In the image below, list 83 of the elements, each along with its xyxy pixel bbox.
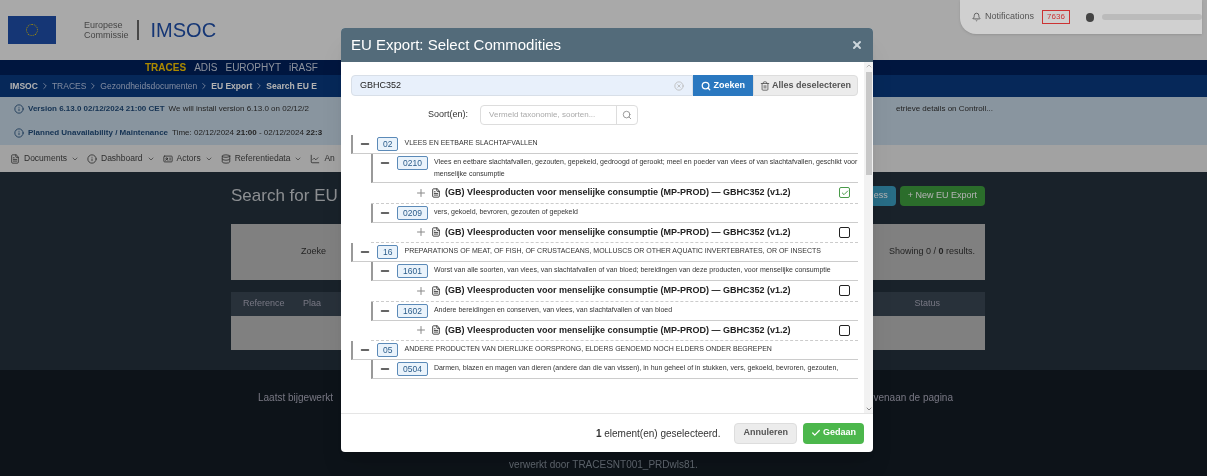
bell-icon [972, 12, 982, 22]
nav-link[interactable]: EUROPHYT [225, 60, 282, 75]
scrollbar[interactable] [864, 62, 873, 413]
document-icon [431, 187, 441, 198]
expand-icon[interactable] [415, 284, 427, 297]
search-field[interactable]: GBHC352 [351, 75, 694, 96]
close-icon[interactable] [851, 39, 863, 51]
breadcrumb-link[interactable]: TRACES [51, 79, 87, 93]
notifications-count: 7636 [1042, 10, 1070, 24]
document-icon [431, 227, 441, 238]
alert-text: Time: 02/12/2024 21:00 - 02/12/2024 22:3 [172, 127, 323, 139]
column-header: Reference [243, 297, 286, 311]
notifications-link[interactable]: Notifications [985, 10, 1035, 24]
search-icon[interactable] [622, 110, 633, 120]
breadcrumb-link[interactable]: Gezondheidsdocumenten [100, 79, 198, 93]
alert-title: Planned Unavailability / Maintenance [28, 127, 169, 139]
breadcrumb-link[interactable]: Search EU E [266, 79, 317, 93]
checkbox[interactable] [839, 226, 850, 238]
check-icon [811, 428, 821, 438]
menu-dropdown[interactable]: An [310, 152, 335, 165]
alert-text: etrieve details on Controll... [896, 103, 993, 115]
checkbox[interactable] [839, 187, 850, 199]
code-badge: 05 [377, 343, 399, 357]
code-badge: 0210 [397, 156, 428, 170]
menu-dropdown[interactable]: Documents [10, 152, 79, 165]
breadcrumb-link[interactable]: IMSOC [10, 79, 38, 93]
document-icon [10, 153, 20, 164]
commodity-label: (GB) Vleesproducten voor menselijke consumptie (MP-PROD) — GBHC352 (v1.2) [445, 225, 791, 239]
nav-link[interactable]: TRACES [145, 60, 187, 75]
trash-icon [759, 80, 770, 91]
expand-icon[interactable] [415, 226, 427, 239]
flag-logo-icon [8, 16, 56, 44]
menu-dropdown[interactable]: Actors [162, 152, 213, 165]
column-header: Plaa [303, 297, 321, 311]
cancel-button[interactable]: Annuleren [734, 422, 797, 444]
code-badge: 16 [377, 245, 399, 259]
deselect-button[interactable]: Alles deselecteren [752, 75, 858, 96]
nav-link[interactable]: iRASF [289, 60, 318, 75]
alert-text: We will install version 6.13.0 on 02/12/2 [168, 103, 309, 115]
modal-title: EU Export: Select Commodities [351, 34, 562, 55]
page-title: Search for EU [231, 185, 338, 208]
menu-dropdown[interactable]: Dashboard [87, 152, 155, 165]
search-button[interactable]: Zoeken [693, 75, 753, 96]
footer-text: Laatst bijgewerkt [258, 391, 334, 405]
commodity-label: (GB) Vleesproducten voor menselijke consumptie (MP-PROD) — GBHC352 (v1.2) [445, 323, 791, 337]
info-icon [87, 153, 97, 164]
code-badge: 0209 [397, 205, 428, 220]
code-badge: 1602 [397, 303, 428, 318]
breadcrumb-link[interactable]: EU Export [211, 79, 253, 93]
id-card-icon [162, 153, 173, 164]
selection-count: 1 element(en) geselecteerd. [595, 426, 721, 441]
org-name: Commissie [84, 30, 129, 40]
code-badge: 1601 [397, 264, 428, 278]
nav-link[interactable]: ADIS [194, 60, 218, 75]
results-count: Showing 0 / 0 results. [888, 245, 975, 259]
org-name: Europese [84, 20, 124, 30]
checkbox[interactable] [839, 324, 850, 336]
species-label: Soort(en): [428, 108, 469, 122]
avatar-icon [1085, 12, 1095, 22]
code-badge: 0504 [397, 362, 428, 376]
info-icon [14, 104, 24, 114]
scroll-down-icon[interactable] [864, 405, 873, 413]
alert-title: Version 6.13.0 02/12/2024 21:00 CET [28, 103, 165, 115]
document-icon [431, 285, 441, 296]
footer-text: verwerkt door TRACESNT001_PRDwls81. [509, 458, 698, 472]
chart-icon [310, 153, 321, 164]
database-icon [220, 153, 231, 164]
expand-icon[interactable] [415, 186, 427, 199]
search-icon [701, 80, 712, 91]
checkbox[interactable] [839, 285, 850, 297]
commodity-label: (GB) Vleesproducten voor menselijke consumptie (MP-PROD) — GBHC352 (v1.2) [445, 284, 791, 297]
search-label: Zoeke [301, 245, 326, 259]
footer-link[interactable]: venaan de pagina [873, 390, 953, 405]
info-icon [14, 128, 24, 138]
column-header: Status [914, 297, 940, 311]
expand-icon[interactable] [415, 324, 427, 337]
app-name[interactable]: IMSOC [150, 15, 217, 45]
document-icon [431, 325, 441, 336]
code-badge: 02 [377, 137, 399, 151]
commodity-label: (GB) Vleesproducten voor menselijke consumptie (MP-PROD) — GBHC352 (v1.2) [445, 186, 791, 199]
menu-dropdown[interactable]: Referentiedata [220, 152, 303, 165]
new-export-button[interactable]: + New EU Export [899, 186, 985, 206]
scroll-thumb[interactable] [865, 72, 872, 175]
